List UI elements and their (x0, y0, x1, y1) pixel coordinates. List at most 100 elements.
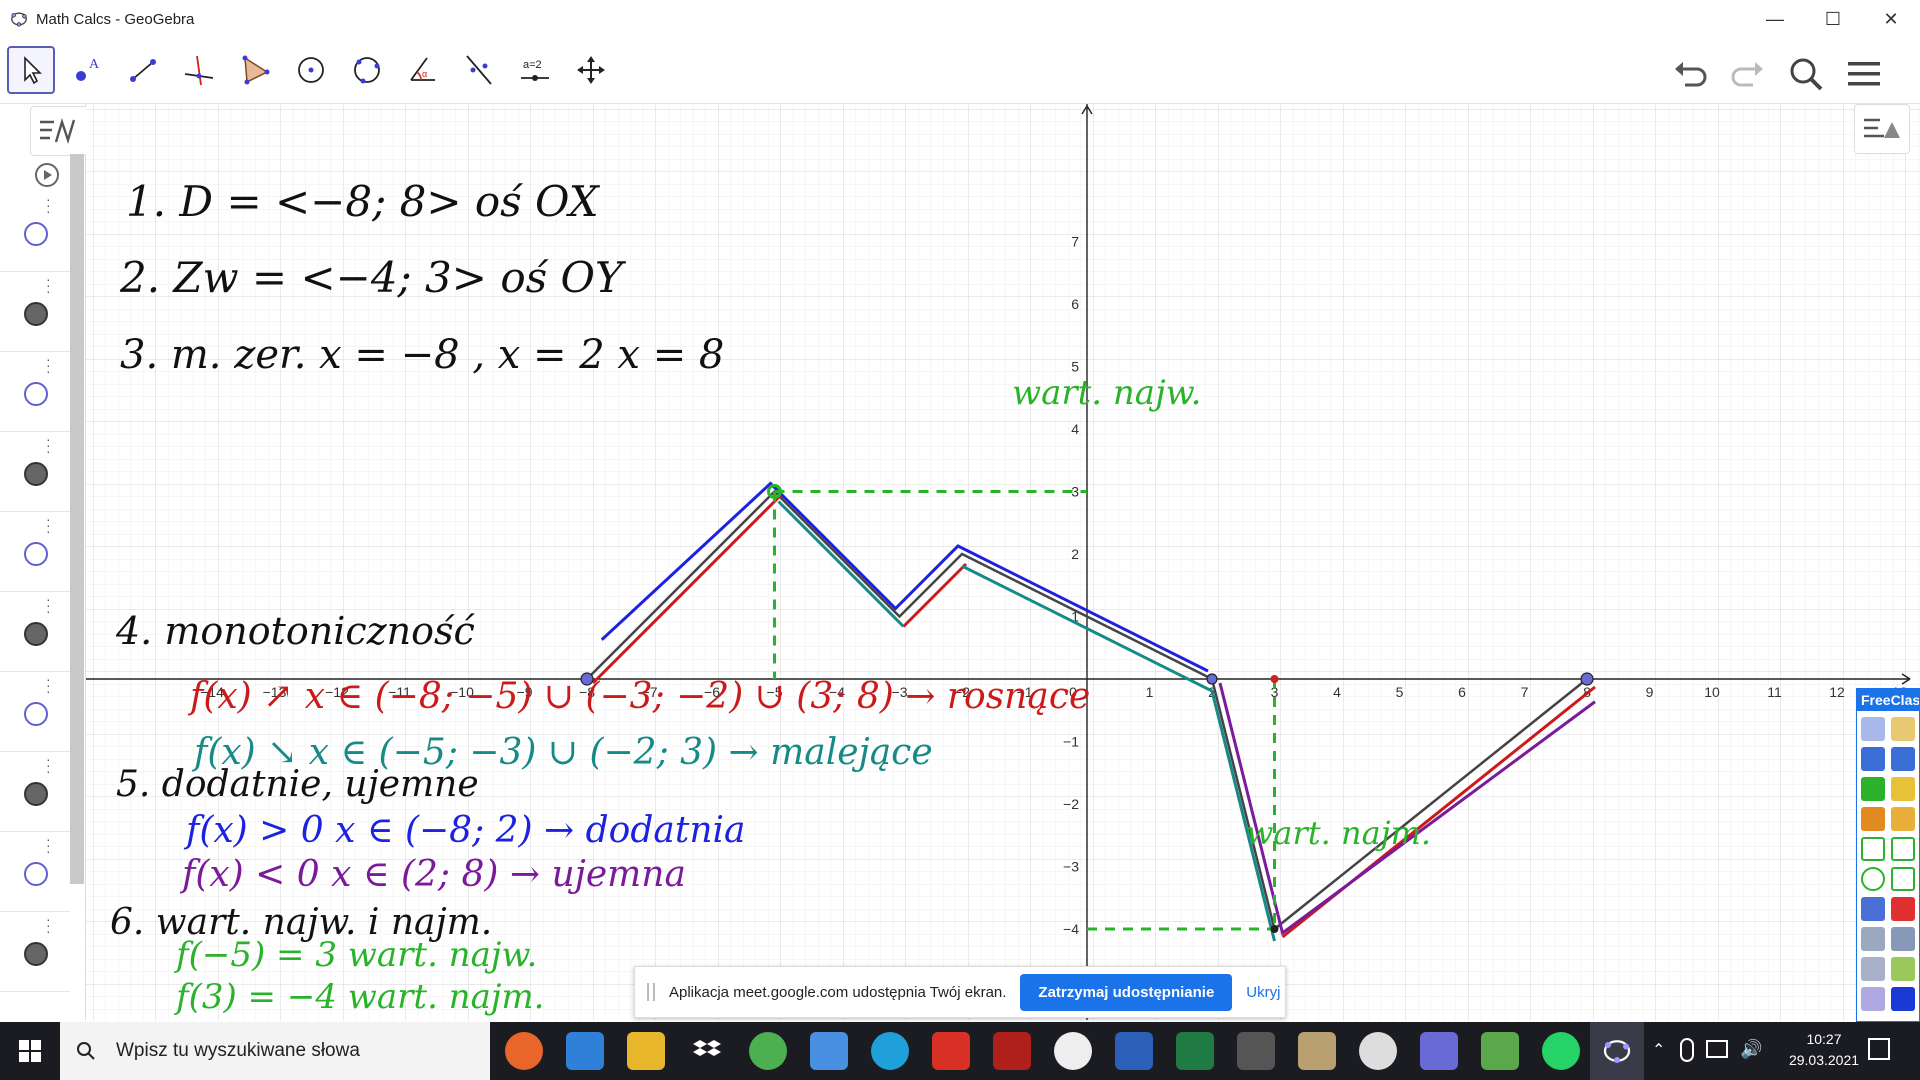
play-button[interactable] (34, 162, 60, 188)
graphics-canvas[interactable]: −14 −13 −12 −11 −10 −9 −8 −7 −6 −5 −4 −3 −2 −1 0 1 2 3 4 5 6… (86, 104, 1920, 1062)
settings-tool-icon[interactable] (1861, 927, 1885, 951)
reflect-tool-button[interactable] (455, 46, 503, 94)
app-grey-icon[interactable] (1237, 1032, 1275, 1070)
algebra-row[interactable]: · · · (0, 912, 70, 992)
dropbox-icon[interactable] (688, 1032, 726, 1070)
ellipse-icon[interactable] (1861, 867, 1885, 891)
straight-line-icon[interactable] (1891, 837, 1915, 861)
style-bar-toggle[interactable] (1854, 104, 1910, 154)
taskbar-search-box[interactable]: Wpisz tu wyszukiwane słowa (60, 1022, 490, 1080)
minimize-button[interactable]: — (1746, 0, 1804, 38)
visibility-toggle-icon[interactable] (24, 782, 48, 806)
algebra-row[interactable]: · · · (0, 192, 70, 272)
freehand-line-icon[interactable] (1861, 837, 1885, 861)
app-green-icon[interactable] (1481, 1032, 1519, 1070)
hide-notification-button[interactable]: Ukryj (1246, 984, 1280, 1001)
app-tan-icon[interactable] (1298, 1032, 1336, 1070)
main-menu-button[interactable] (1842, 52, 1886, 96)
algebra-row[interactable]: · · · (0, 592, 70, 672)
more-options-icon[interactable]: · · · (46, 832, 51, 858)
undo-tool-icon[interactable] (1861, 897, 1885, 921)
edge-icon[interactable] (871, 1032, 909, 1070)
eraser-tool-icon[interactable] (1891, 957, 1915, 981)
pointer-tool-icon[interactable] (1861, 717, 1885, 741)
visibility-toggle-icon[interactable] (24, 942, 48, 966)
visibility-toggle-icon[interactable] (24, 622, 48, 646)
algebra-row[interactable]: · · · (0, 672, 70, 752)
more-options-icon[interactable]: · · · (46, 752, 51, 778)
search-button[interactable] (1784, 52, 1828, 96)
minimize-tool-icon[interactable] (1891, 987, 1915, 1011)
capture-tool-icon[interactable] (1891, 927, 1915, 951)
visibility-toggle-icon[interactable] (24, 222, 48, 246)
rectangle-icon[interactable] (1891, 867, 1915, 891)
whiteboard-tool-icon[interactable] (1861, 957, 1885, 981)
point-tool-button[interactable]: A (63, 46, 111, 94)
visibility-toggle-icon[interactable] (24, 302, 48, 326)
start-button[interactable] (0, 1022, 60, 1080)
excel-icon[interactable] (1176, 1032, 1214, 1070)
more-options-icon[interactable]: · · · (46, 512, 51, 538)
panda-icon[interactable] (1359, 1032, 1397, 1070)
circle-tool-button[interactable] (287, 46, 335, 94)
maximize-button[interactable]: ☐ (1804, 0, 1862, 38)
marker-icon[interactable] (1861, 807, 1885, 831)
visibility-toggle-icon[interactable] (24, 862, 48, 886)
move-tool-button[interactable] (7, 46, 55, 94)
system-clock[interactable]: 10:27 29.03.2021 (1774, 1029, 1874, 1071)
more-options-icon[interactable]: · · · (46, 592, 51, 618)
more-options-icon[interactable]: · · · (46, 432, 51, 458)
visibility-toggle-icon[interactable] (24, 382, 48, 406)
microphone-icon[interactable] (1680, 1038, 1694, 1062)
chrome-icon[interactable] (749, 1032, 787, 1070)
shape-tool-icon[interactable] (1891, 747, 1915, 771)
redo-button[interactable] (1726, 52, 1770, 96)
network-icon[interactable] (1706, 1040, 1728, 1058)
yellow-pen-icon[interactable] (1891, 777, 1915, 801)
algebra-row[interactable]: · · · (0, 512, 70, 592)
undo-button[interactable] (1668, 52, 1712, 96)
show-hidden-icons-chevron-icon[interactable]: ⌃ (1652, 1040, 1665, 1060)
close-button[interactable]: ✕ (1862, 0, 1920, 38)
algebra-row[interactable]: · · · (0, 272, 70, 352)
drag-handle-icon[interactable] (647, 983, 655, 1001)
home-tool-icon[interactable] (1861, 747, 1885, 771)
text-tool-icon[interactable] (1891, 717, 1915, 741)
algebra-scrollbar[interactable] (70, 154, 84, 884)
algebra-row[interactable]: · · · (0, 832, 70, 912)
file-explorer-icon[interactable] (627, 1032, 665, 1070)
slider-tool-button[interactable]: a=2 (511, 46, 559, 94)
algebra-view-toggle[interactable] (30, 106, 88, 156)
stop-sharing-button[interactable]: Zatrzymaj udostępnianie (1020, 973, 1233, 1011)
circle-three-points-tool-button[interactable] (343, 46, 391, 94)
remote-desktop-icon[interactable] (810, 1032, 848, 1070)
graphics-view[interactable]: −14 −13 −12 −11 −10 −9 −8 −7 −6 −5 −4 −3 −2 −1 0 1 2 3 4 5 6… (86, 104, 1920, 1062)
more-options-icon[interactable]: · · · (46, 912, 51, 938)
pdf-reader-icon[interactable] (932, 1032, 970, 1070)
visibility-toggle-icon[interactable] (24, 462, 48, 486)
polygon-tool-button[interactable] (231, 46, 279, 94)
hand-tool-icon[interactable] (1861, 987, 1885, 1011)
highlighter-icon[interactable] (1891, 807, 1915, 831)
notification-center-icon[interactable] (1868, 1038, 1890, 1060)
geogebra-active-app[interactable] (1590, 1022, 1644, 1080)
firefox-icon[interactable] (505, 1032, 543, 1070)
clear-tool-icon[interactable] (1891, 897, 1915, 921)
angle-tool-button[interactable]: α (399, 46, 447, 94)
algebra-row[interactable]: · · · (0, 752, 70, 832)
whatsapp-icon[interactable] (1542, 1032, 1580, 1070)
move-graphics-tool-button[interactable] (567, 46, 615, 94)
green-pen-icon[interactable] (1861, 777, 1885, 801)
more-options-icon[interactable]: · · · (46, 272, 51, 298)
perpendicular-line-tool-button[interactable] (175, 46, 223, 94)
visibility-toggle-icon[interactable] (24, 542, 48, 566)
more-options-icon[interactable]: · · · (46, 352, 51, 378)
more-options-icon[interactable]: · · · (46, 192, 51, 218)
more-options-icon[interactable]: · · · (46, 672, 51, 698)
visibility-toggle-icon[interactable] (24, 702, 48, 726)
volume-icon[interactable]: 🔊 (1740, 1039, 1762, 1060)
algebra-row[interactable]: · · · (0, 352, 70, 432)
app-red-icon[interactable] (993, 1032, 1031, 1070)
save-app-icon[interactable] (1420, 1032, 1458, 1070)
geogebra-taskbar-icon[interactable] (1054, 1032, 1092, 1070)
